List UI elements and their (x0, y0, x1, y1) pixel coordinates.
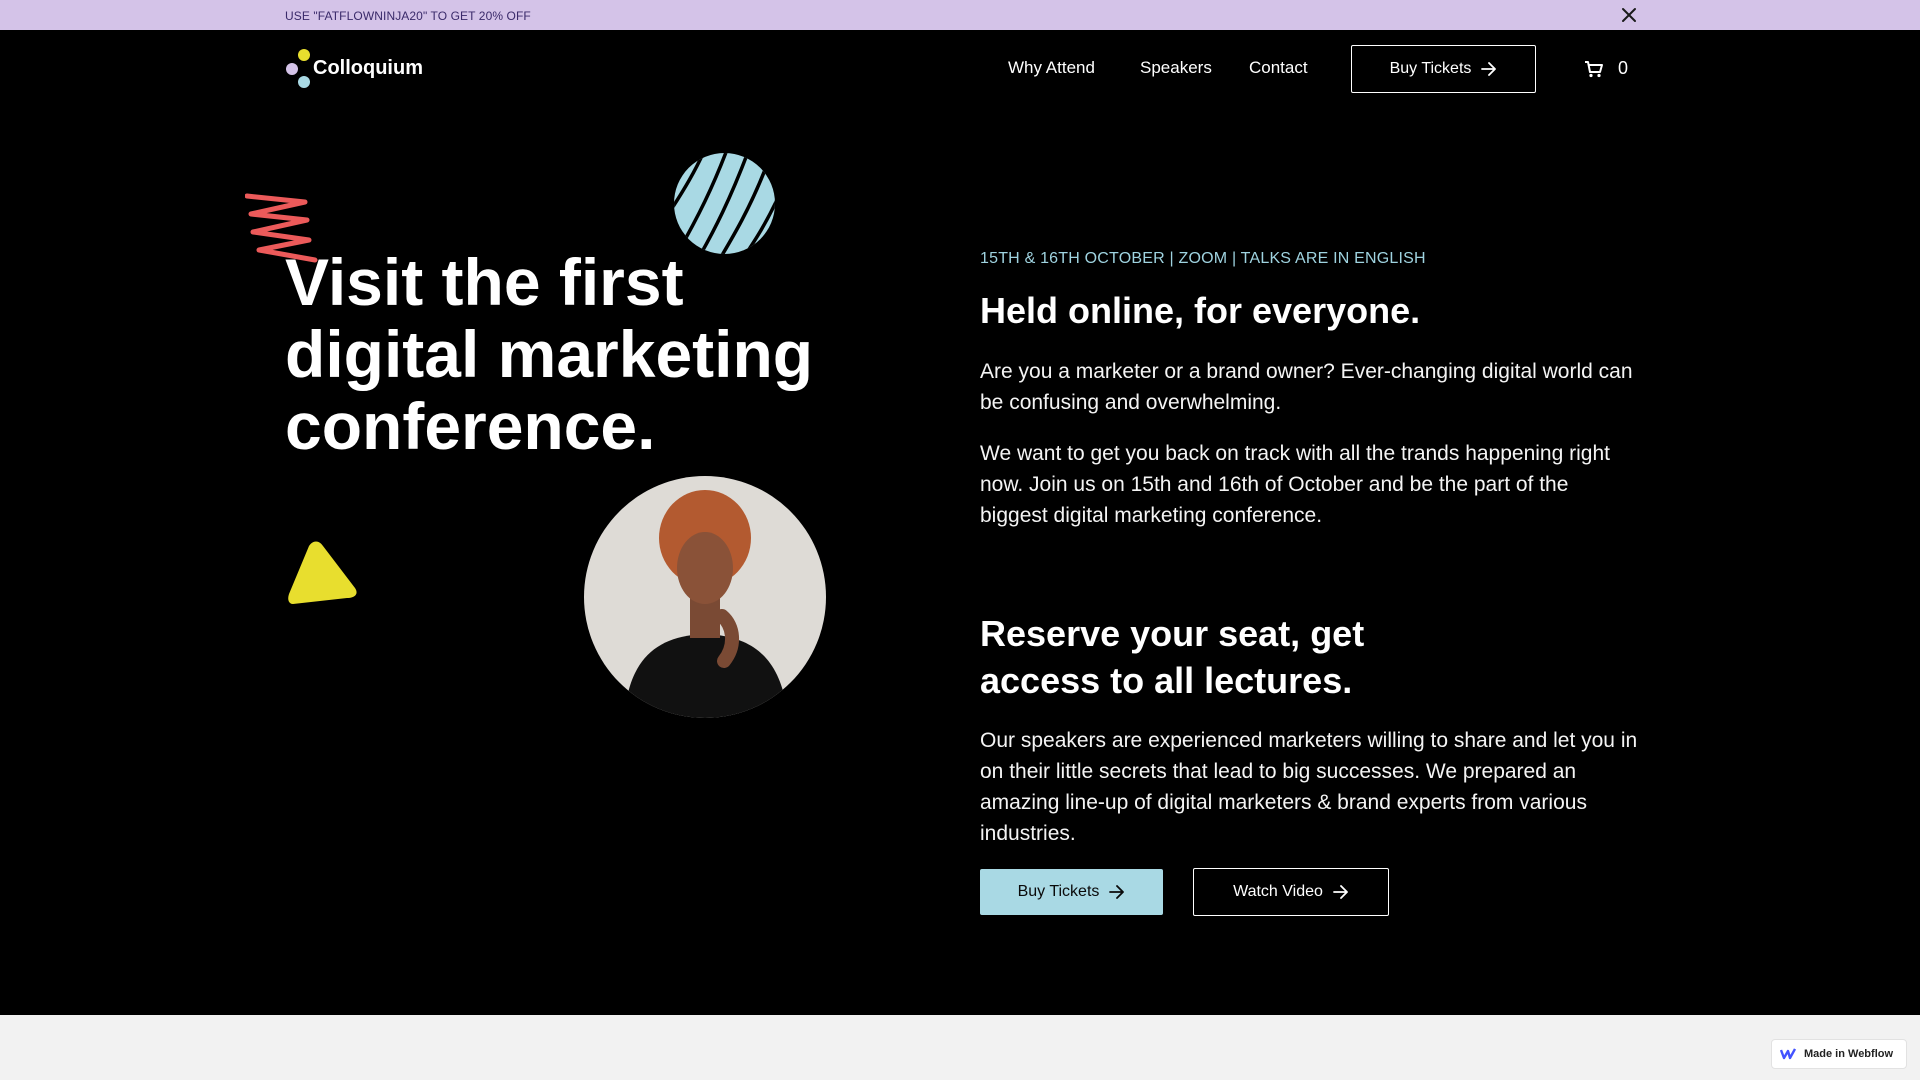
watch-video-button[interactable]: Watch Video (1193, 868, 1389, 916)
hero-title: Visit the first digital marketing confer… (285, 246, 885, 462)
close-icon[interactable] (1619, 5, 1639, 25)
buy-tickets-button[interactable]: Buy Tickets (980, 869, 1163, 915)
triangle-decoration (288, 541, 357, 604)
nav-why-attend[interactable]: Why Attend (1008, 58, 1095, 78)
next-section (0, 1015, 1920, 1080)
cart-button[interactable]: 0 (1584, 58, 1628, 79)
logo-text: Colloquium (313, 57, 423, 79)
watch-video-label: Watch Video (1233, 883, 1323, 900)
section-heading-online: Held online, for everyone. (980, 290, 1421, 331)
nav-buy-tickets-button[interactable]: Buy Tickets (1351, 45, 1536, 93)
hero-title-line: digital marketing (285, 317, 814, 391)
hero-title-line: Visit the first (285, 245, 684, 319)
speakers-paragraph: Our speakers are experienced marketers w… (980, 729, 1638, 845)
made-in-webflow-text: Made in Webflow (1804, 1048, 1894, 1060)
cart-icon (1585, 60, 1603, 77)
webflow-logo-icon (1780, 1048, 1796, 1060)
section-heading-reserve: Reserve your seat, get access to all lec… (980, 613, 1365, 701)
buy-tickets-label: Buy Tickets (1017, 883, 1100, 900)
logo[interactable]: Colloquium (285, 48, 425, 90)
arrow-right-icon (1109, 885, 1125, 899)
nav-contact[interactable]: Contact (1249, 58, 1308, 78)
made-in-webflow-badge[interactable]: Made in Webflow (1771, 1039, 1907, 1069)
nav-speakers[interactable]: Speakers (1140, 58, 1212, 78)
promo-text: USE "FATFLOWNINJA20" TO GET 20% OFF (285, 9, 531, 23)
event-details: 15TH & 16TH OCTOBER | ZOOM | TALKS ARE I… (980, 250, 1426, 267)
details-paragraph: We want to get you back on track with al… (980, 442, 1610, 527)
nav-buy-tickets-label: Buy Tickets (1389, 60, 1472, 77)
cart-count: 0 (1618, 58, 1629, 78)
intro-paragraph: Are you a marketer or a brand owner? Eve… (980, 360, 1633, 414)
arrow-right-icon (1333, 885, 1348, 899)
striped-circle-decoration (674, 153, 775, 254)
promo-bar: USE "FATFLOWNINJA20" TO GET 20% OFF (0, 0, 1920, 30)
hero-title-line: conference. (285, 389, 656, 463)
speaker-portrait-image (584, 476, 826, 718)
arrow-right-icon (1481, 62, 1497, 76)
